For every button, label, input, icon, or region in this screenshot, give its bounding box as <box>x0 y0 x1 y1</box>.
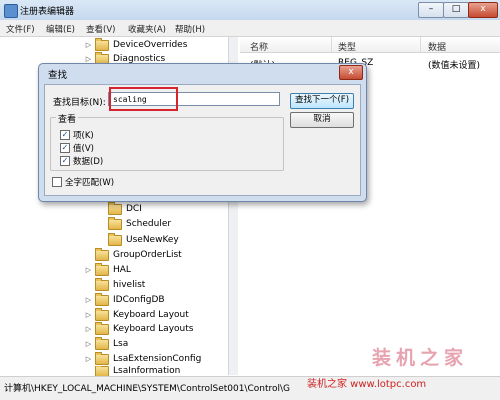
tree-item-label: Keyboard Layouts <box>113 324 194 334</box>
tree-item[interactable]: LsaInformation <box>84 366 180 376</box>
tree-item-label: UseNewKey <box>126 235 179 245</box>
menu-help[interactable]: 帮助(H) <box>175 23 205 35</box>
values-checkbox[interactable]: ✓ <box>60 143 70 153</box>
folder-icon <box>95 247 109 261</box>
close-button[interactable]: x <box>468 2 498 18</box>
column-data-header[interactable]: 数据 <box>428 40 446 53</box>
tree-item[interactable]: Scheduler <box>97 216 172 231</box>
folder-icon <box>95 321 109 335</box>
expand-arrow-icon[interactable]: ▷ <box>84 41 93 49</box>
look-at-label: 查看 <box>56 112 79 125</box>
tree-item[interactable]: ▷ Keyboard Layouts <box>84 321 194 336</box>
folder-icon <box>95 336 109 350</box>
folder-icon <box>108 201 122 215</box>
dialog-close-button[interactable]: x <box>339 65 363 80</box>
find-what-label: 查找目标(N): <box>53 98 106 108</box>
tree-item-label: Scheduler <box>126 219 172 229</box>
tree-item-label: Lsa <box>113 339 129 349</box>
window-title: 注册表编辑器 <box>20 7 75 17</box>
folder-icon <box>95 292 109 306</box>
maximize-button[interactable]: □ <box>443 2 469 18</box>
tree-item-label: DCI <box>126 204 142 214</box>
folder-icon <box>95 37 109 51</box>
watermark-logo: 装机之家 <box>372 347 469 369</box>
tree-item[interactable]: ▷ Lsa <box>84 336 129 351</box>
tree-item[interactable]: DCI <box>97 201 142 216</box>
keys-checkbox-label: 项(K) <box>73 131 94 141</box>
tree-item-label: IDConfigDB <box>113 295 165 305</box>
menu-file[interactable]: 文件(F) <box>6 23 35 35</box>
expand-arrow-icon[interactable]: ▷ <box>84 325 93 333</box>
expand-arrow-icon[interactable]: ▷ <box>84 55 93 63</box>
menu-favorites[interactable]: 收藏夹(A) <box>128 23 166 35</box>
cancel-button[interactable]: 取消 <box>290 112 354 128</box>
values-checkbox-row[interactable]: ✓ 值(V) <box>60 142 94 154</box>
tree-item-label: Keyboard Layout <box>113 310 189 320</box>
tree-item[interactable]: ▷ DeviceOverrides <box>84 37 188 52</box>
folder-icon <box>108 216 122 230</box>
tree-item-label: DeviceOverrides <box>113 40 188 50</box>
values-checkbox-label: 值(V) <box>73 144 94 154</box>
column-name-header[interactable]: 名称 <box>250 40 268 53</box>
folder-icon <box>95 307 109 321</box>
folder-icon <box>108 232 122 246</box>
folder-icon <box>95 351 109 365</box>
tree-item[interactable]: hivelist <box>84 277 146 292</box>
tree-item[interactable]: ▷ Keyboard Layout <box>84 307 189 322</box>
keys-checkbox-row[interactable]: ✓ 项(K) <box>60 129 94 141</box>
tree-item[interactable]: GroupOrderList <box>84 247 182 262</box>
match-whole-string-label: 全字匹配(W) <box>65 178 115 188</box>
watermark-url: 装机之家 www.lotpc.com <box>307 379 427 390</box>
expand-arrow-icon[interactable]: ▷ <box>84 340 93 348</box>
folder-icon <box>95 277 109 291</box>
dialog-title: 查找 <box>48 70 68 81</box>
data-checkbox[interactable]: ✓ <box>60 156 70 166</box>
tree-item-label: GroupOrderList <box>113 250 182 260</box>
expand-arrow-icon[interactable]: ▷ <box>84 355 93 363</box>
regedit-icon <box>4 4 18 18</box>
folder-icon <box>95 366 109 376</box>
value-data-cell: (数值未设置) <box>428 61 481 71</box>
menu-edit[interactable]: 编辑(E) <box>46 23 75 35</box>
tree-item-label: LsaInformation <box>113 366 181 376</box>
expand-arrow-icon[interactable]: ▷ <box>84 311 93 319</box>
match-whole-string-checkbox[interactable] <box>52 177 62 187</box>
menu-view[interactable]: 查看(V) <box>86 23 115 35</box>
tree-item-label: hivelist <box>113 280 146 290</box>
tree-item[interactable]: ▷ HAL <box>84 262 131 277</box>
tree-item[interactable]: ▷ LsaExtensionConfig <box>84 351 202 366</box>
column-divider[interactable] <box>420 37 421 52</box>
expand-arrow-icon[interactable]: ▷ <box>84 296 93 304</box>
match-whole-string-row[interactable]: 全字匹配(W) <box>52 176 114 188</box>
folder-icon <box>95 262 109 276</box>
expand-arrow-icon[interactable]: ▷ <box>84 266 93 274</box>
tree-item[interactable]: UseNewKey <box>97 232 179 247</box>
column-divider[interactable] <box>331 37 332 52</box>
tree-item[interactable]: ▷ IDConfigDB <box>84 292 165 307</box>
highlight-box <box>109 87 178 111</box>
data-checkbox-label: 数据(D) <box>73 157 104 167</box>
tree-item-label: HAL <box>113 265 131 275</box>
minimize-button[interactable]: – <box>418 2 444 18</box>
list-header <box>240 37 500 53</box>
tree-item-label: LsaExtensionConfig <box>113 354 202 364</box>
keys-checkbox[interactable]: ✓ <box>60 130 70 140</box>
status-path: 计算机\HKEY_LOCAL_MACHINE\SYSTEM\ControlSet… <box>4 384 291 394</box>
find-next-button[interactable]: 查找下一个(F) <box>290 93 354 109</box>
data-checkbox-row[interactable]: ✓ 数据(D) <box>60 155 103 167</box>
column-type-header[interactable]: 类型 <box>338 40 356 53</box>
